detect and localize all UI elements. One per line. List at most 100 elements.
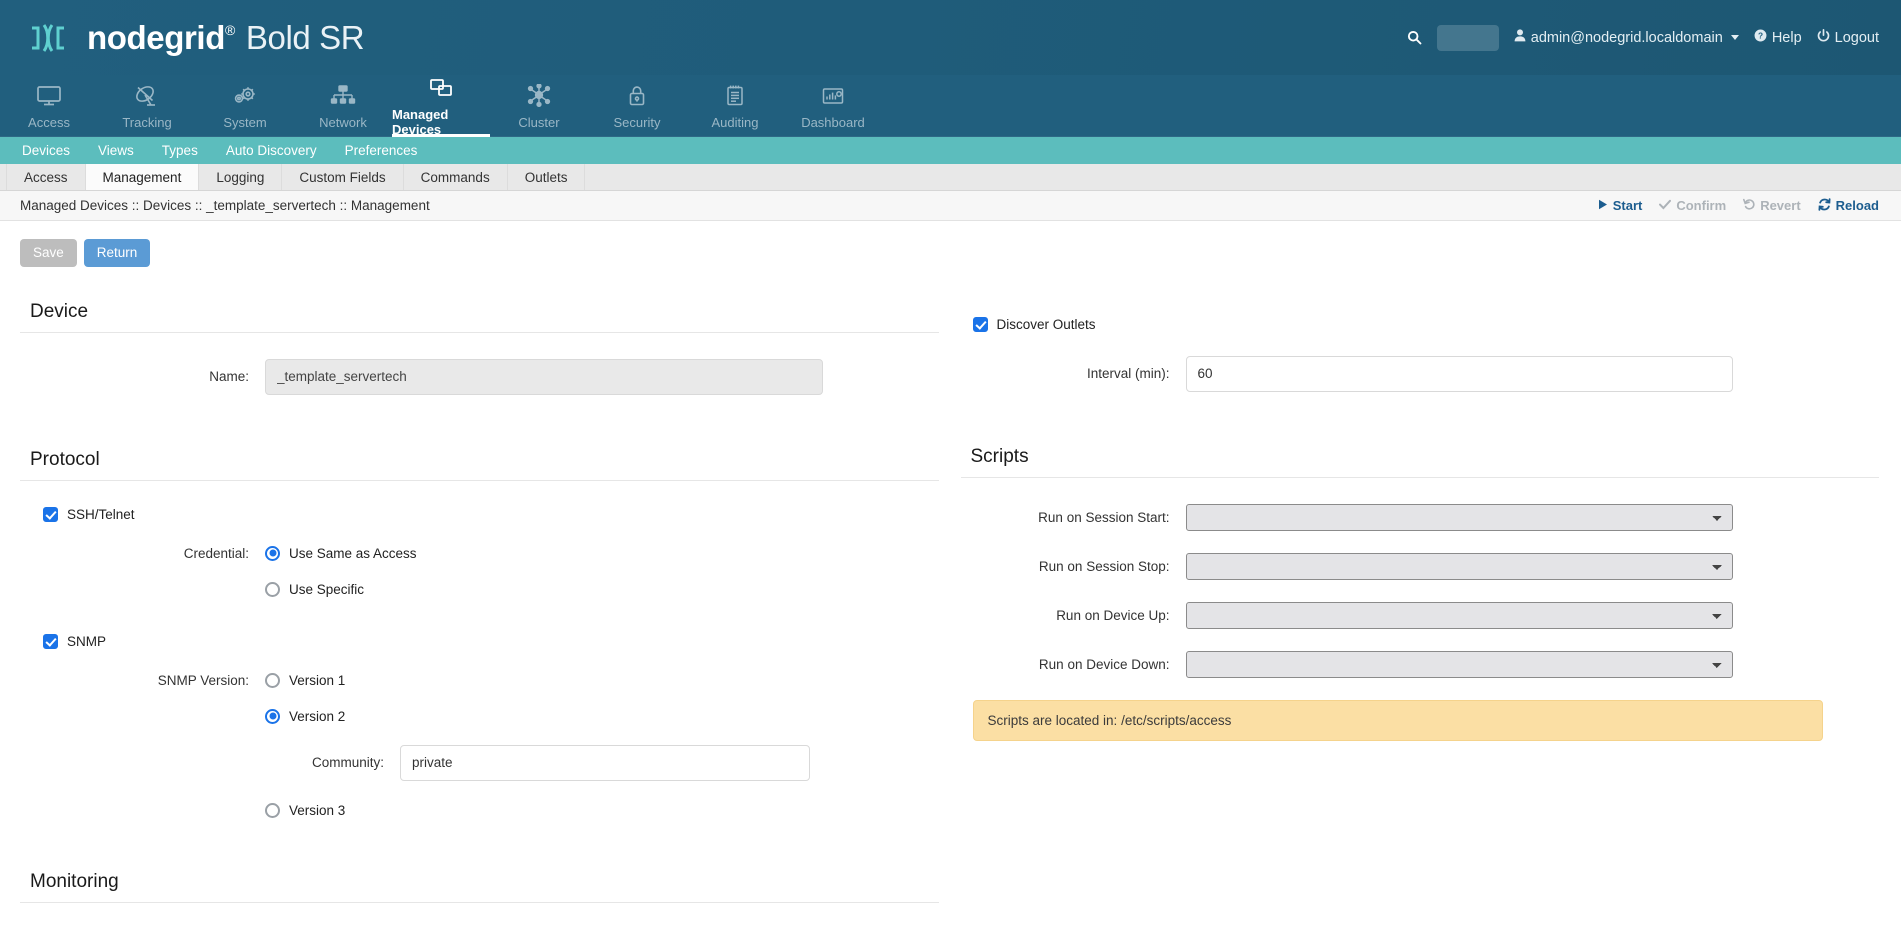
confirm-label: Confirm [1676, 198, 1727, 213]
return-button[interactable]: Return [83, 239, 151, 267]
page-actions: Start Confirm Revert Reload [1598, 197, 1879, 214]
community-input[interactable] [400, 744, 810, 781]
nav-item-managed-devices[interactable]: Managed Devices [392, 75, 490, 137]
tab-custom-fields[interactable]: Custom Fields [282, 164, 404, 190]
run-on-device-down-select[interactable] [1185, 650, 1733, 678]
nav-item-tracking[interactable]: Tracking [98, 75, 196, 137]
run-on-device-up-label: Run on Device Up: [1056, 607, 1170, 623]
nav-item-access[interactable]: Access [0, 75, 98, 137]
breadcrumb: Managed Devices :: Devices :: _template_… [20, 198, 430, 213]
ssh-telnet-label[interactable]: SSH/Telnet [67, 507, 135, 522]
snmp-version-label: SNMP Version: [157, 672, 249, 688]
chevron-down-icon [1730, 35, 1739, 40]
discover-outlets-label[interactable]: Discover Outlets [997, 317, 1096, 332]
interval-label: Interval (min): [1086, 366, 1170, 381]
snmp-version-2-label[interactable]: Version 2 [289, 709, 345, 724]
scripts-section: Scripts Run on Session Start: Run on Ses… [960, 445, 1880, 741]
user-icon [1514, 29, 1526, 46]
credential-use-same-label[interactable]: Use Same as Access [289, 546, 417, 561]
nav-item-cluster[interactable]: Cluster [490, 75, 588, 137]
interval-input[interactable] [1185, 355, 1733, 392]
reload-action[interactable]: Reload [1818, 197, 1879, 214]
interval-row: Interval (min): [961, 355, 1880, 392]
run-on-device-down-label: Run on Device Down: [1038, 656, 1170, 672]
start-action[interactable]: Start [1598, 198, 1643, 213]
run-on-device-up-select[interactable] [1185, 601, 1733, 629]
lock-icon [624, 83, 650, 109]
nav-label: Cluster [518, 114, 560, 130]
credential-label: Credential: [183, 545, 249, 561]
ssh-telnet-checkbox[interactable] [43, 506, 58, 522]
snmp-version-2-radio[interactable] [265, 708, 280, 724]
logout-link[interactable]: Logout [1817, 28, 1879, 46]
header-right-controls: admin@nodegrid.localdomain ? Help Logout [1407, 24, 1879, 51]
scripts-section-title: Scripts [970, 445, 1029, 467]
start-label: Start [1612, 198, 1643, 213]
run-on-session-stop-row: Run on Session Stop: [961, 552, 1880, 580]
tab-logging[interactable]: Logging [199, 164, 283, 190]
user-email: admin@nodegrid.localdomain [1530, 29, 1723, 46]
nav-label: Managed Devices [392, 107, 449, 137]
network-tree-icon [330, 83, 356, 109]
run-on-session-stop-select[interactable] [1185, 552, 1733, 580]
secondary-navigation: Devices Views Types Auto Discovery Prefe… [0, 137, 1901, 164]
logo-model: Bold SR [245, 18, 365, 56]
run-on-session-start-label: Run on Session Start: [1038, 509, 1170, 525]
nav-item-network[interactable]: Network [294, 75, 392, 137]
scripts-location-banner: Scripts are located in: /etc/scripts/acc… [972, 699, 1823, 741]
power-icon [1817, 28, 1830, 46]
nav-item-security[interactable]: Security [588, 75, 686, 137]
credential-use-specific-label[interactable]: Use Specific [289, 582, 364, 597]
subnav-item-preferences[interactable]: Preferences [331, 137, 432, 164]
primary-navigation: Access Tracking System Network Managed D… [0, 75, 1901, 137]
help-icon: ? [1754, 29, 1767, 46]
tab-commands[interactable]: Commands [404, 164, 508, 190]
subnav-label: Devices [22, 143, 71, 158]
credential-use-same-radio[interactable] [265, 545, 280, 561]
snmp-label[interactable]: SNMP [67, 634, 106, 649]
snmp-checkbox[interactable] [43, 633, 58, 649]
satellite-dish-icon [134, 83, 160, 109]
subnav-item-types[interactable]: Types [148, 137, 212, 164]
nav-item-auditing[interactable]: Auditing [686, 75, 784, 137]
subnav-item-devices[interactable]: Devices [8, 137, 84, 164]
subnav-item-views[interactable]: Views [84, 137, 148, 164]
section-divider [960, 476, 1879, 478]
undo-icon [1743, 198, 1755, 213]
windows-stack-icon [428, 75, 454, 101]
user-menu[interactable]: admin@nodegrid.localdomain [1514, 29, 1739, 46]
credential-use-specific-radio[interactable] [265, 581, 280, 597]
help-link[interactable]: ? Help [1754, 29, 1802, 46]
nav-item-system[interactable]: System [196, 75, 294, 137]
monitor-icon [36, 83, 62, 109]
tab-access[interactable]: Access [6, 164, 86, 190]
monitoring-section-title: Monitoring [30, 870, 119, 892]
subnav-label: Views [98, 143, 134, 158]
run-on-session-start-row: Run on Session Start: [961, 503, 1880, 531]
snmp-version-3-label[interactable]: Version 3 [289, 803, 345, 818]
snmp-version-3-radio[interactable] [265, 802, 280, 818]
tab-outlets[interactable]: Outlets [508, 164, 586, 190]
run-on-session-start-select[interactable] [1185, 503, 1733, 531]
snmp-version-1-radio[interactable] [265, 672, 280, 688]
search-icon[interactable] [1407, 30, 1422, 45]
subnav-item-auto-discovery[interactable]: Auto Discovery [212, 137, 331, 164]
tab-label: Custom Fields [299, 169, 386, 185]
gears-icon [232, 83, 258, 109]
nav-item-dashboard[interactable]: Dashboard [784, 75, 882, 137]
snmp-version-2-row: Version 2 [20, 708, 939, 724]
snmp-version-1-label[interactable]: Version 1 [289, 673, 345, 688]
section-divider [20, 331, 939, 333]
discover-outlets-checkbox[interactable] [972, 316, 988, 332]
monitoring-section: Monitoring [20, 871, 939, 903]
page-content: Save Return Device Name: Protocol [0, 221, 1901, 929]
device-name-label: Name: [209, 369, 249, 384]
search-input[interactable] [1436, 24, 1499, 51]
discover-outlets-row: Discover Outlets [972, 316, 1880, 332]
logo-registered-mark: ® [224, 21, 235, 38]
device-section: Device Name: [20, 301, 939, 395]
save-button[interactable]: Save [20, 239, 77, 267]
tab-management[interactable]: Management [85, 164, 200, 190]
tab-label: Logging [216, 169, 265, 185]
device-name-input[interactable] [265, 358, 823, 395]
